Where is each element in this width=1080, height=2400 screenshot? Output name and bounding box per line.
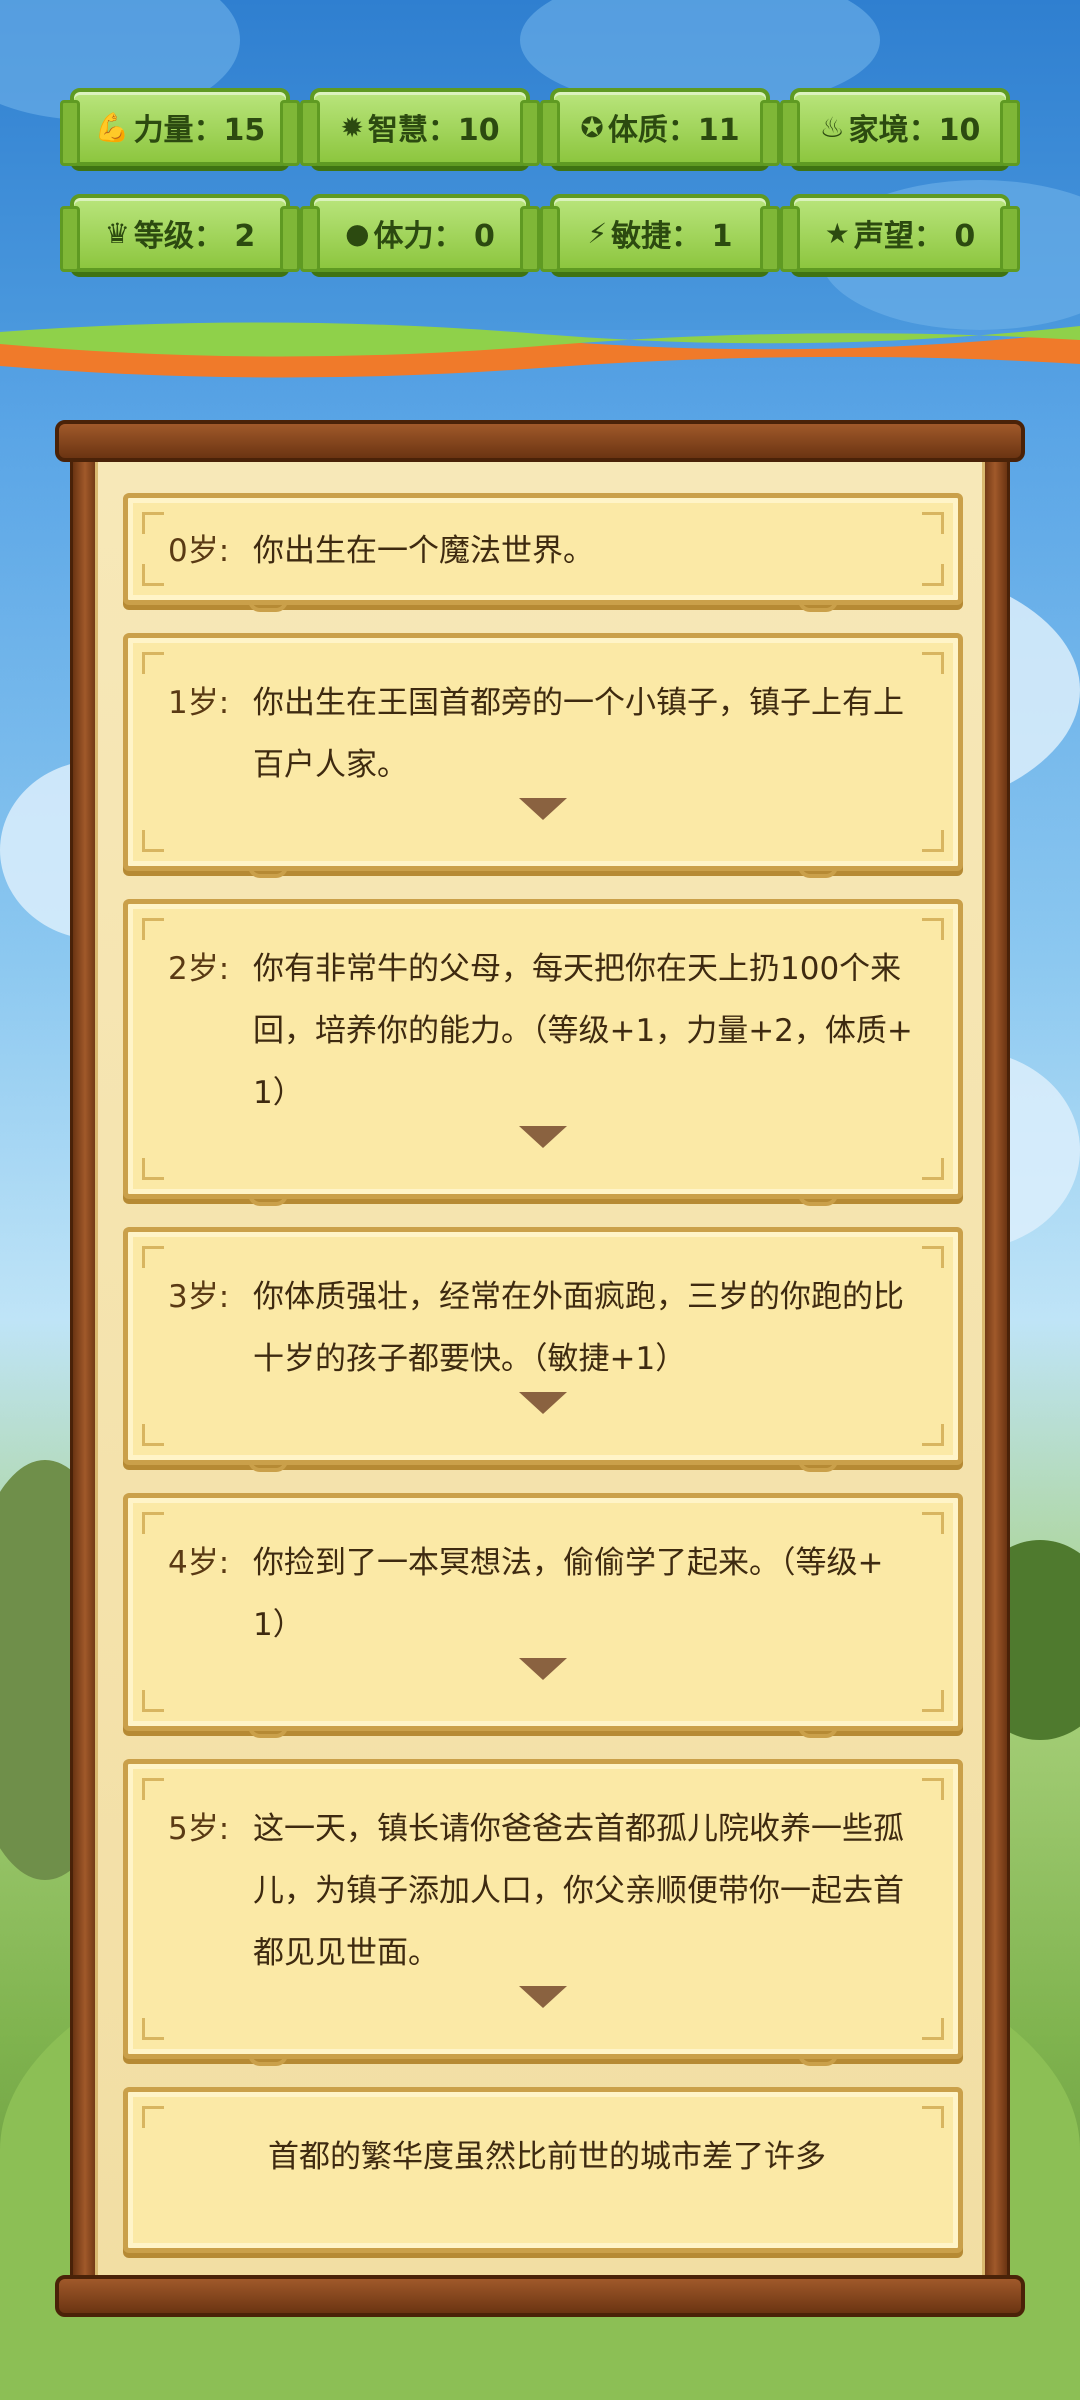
expand-arrow-icon[interactable]	[519, 798, 567, 820]
event-text: 你出生在一个魔法世界。	[253, 533, 594, 569]
event-text: 首都的繁华度虽然比前世的城市差了许多	[268, 2139, 826, 2175]
stats-header: 💪 力量：15 ✹ 智慧：10 ✪ 体质：11 ♨ 家境：10 ♛ 等级： 2 ● 体力： …	[0, 0, 1080, 330]
agility-icon: ⚡	[587, 216, 608, 250]
event-age: 0岁:	[168, 533, 230, 569]
expand-arrow-icon[interactable]	[519, 1986, 567, 2008]
stat-wisdom: ✹ 智慧：10	[300, 88, 540, 166]
event-text: 你出生在王国首都旁的一个小镇子，镇子上有上百户人家。	[253, 685, 904, 783]
event-text: 你捡到了一本冥想法，偷偷学了起来。（等级+1）	[253, 1545, 884, 1643]
expand-arrow-icon[interactable]	[519, 1392, 567, 1414]
family-icon: ♨	[819, 110, 845, 144]
stat-stamina: ● 体力： 0	[300, 194, 540, 272]
event-text: 你体质强壮，经常在外面疯跑，三岁的你跑的比十岁的孩子都要快。（敏捷+1）	[253, 1279, 904, 1377]
expand-arrow-icon[interactable]	[519, 1126, 567, 1148]
crown-icon: ♛	[104, 216, 130, 250]
strength-icon: 💪	[94, 110, 130, 144]
stat-constitution: ✪ 体质：11	[540, 88, 780, 166]
stat-level: ♛ 等级： 2	[60, 194, 300, 272]
event-card[interactable]: 首都的繁华度虽然比前世的城市差了许多	[123, 2087, 963, 2253]
event-text: 你有非常牛的父母，每天把你在天上扔100个来回，培养你的能力。（等级+1，力量+…	[253, 951, 913, 1111]
event-card[interactable]: 3岁: 你体质强壮，经常在外面疯跑，三岁的你跑的比十岁的孩子都要快。（敏捷+1）	[123, 1227, 963, 1472]
expand-arrow-icon[interactable]	[519, 1658, 567, 1680]
event-card[interactable]: 1岁: 你出生在王国首都旁的一个小镇子，镇子上有上百户人家。	[123, 633, 963, 878]
event-age: 2岁:	[168, 951, 230, 987]
stat-label: 体质：11	[607, 113, 740, 148]
scroll-paper: 0岁: 你出生在一个魔法世界。 1岁: 你出生在王国首都旁的一个小镇子，镇子上有上百…	[95, 450, 985, 2285]
event-card[interactable]: 0岁: 你出生在一个魔法世界。	[123, 493, 963, 612]
event-age: 1岁:	[168, 685, 230, 721]
wisdom-icon: ✹	[340, 110, 364, 144]
event-list[interactable]: 0岁: 你出生在一个魔法世界。 1岁: 你出生在王国首都旁的一个小镇子，镇子上有上百…	[123, 493, 963, 2281]
stat-label: 智慧：10	[367, 113, 500, 148]
stat-label: 体力： 0	[373, 219, 495, 254]
event-card[interactable]: 5岁: 这一天，镇长请你爸爸去首都孤儿院收养一些孤儿，为镇子添加人口，你父亲顺便带…	[123, 1759, 963, 2066]
stat-label: 声望： 0	[853, 219, 976, 254]
event-age: 3岁:	[168, 1279, 230, 1315]
event-age: 5岁:	[168, 1811, 230, 1847]
stat-family: ♨ 家境：10	[780, 88, 1020, 166]
star-icon: ★	[824, 216, 850, 250]
stats-grid: 💪 力量：15 ✹ 智慧：10 ✪ 体质：11 ♨ 家境：10 ♛ 等级： 2 ● 体力： …	[60, 88, 1020, 272]
event-card[interactable]: 2岁: 你有非常牛的父母，每天把你在天上扔100个来回，培养你的能力。（等级+1，…	[123, 899, 963, 1206]
stat-strength: 💪 力量：15	[60, 88, 300, 166]
stat-reputation: ★ 声望： 0	[780, 194, 1020, 272]
stat-label: 等级： 2	[133, 219, 256, 254]
stat-label: 家境：10	[848, 113, 981, 148]
stat-label: 力量：15	[133, 113, 266, 148]
scroll-rod-bottom	[55, 2275, 1025, 2317]
event-age: 4岁:	[168, 1545, 230, 1581]
stamina-icon: ●	[345, 216, 370, 250]
scroll-rod-top	[55, 420, 1025, 462]
stat-label: 敏捷： 1	[611, 219, 733, 254]
rainbow-divider	[0, 322, 1080, 378]
life-event-scroll[interactable]: 0岁: 你出生在一个魔法世界。 1岁: 你出生在王国首都旁的一个小镇子，镇子上有上百…	[55, 420, 1025, 2320]
constitution-icon: ✪	[580, 110, 604, 144]
event-card[interactable]: 4岁: 你捡到了一本冥想法，偷偷学了起来。（等级+1）	[123, 1493, 963, 1738]
stat-agility: ⚡ 敏捷： 1	[540, 194, 780, 272]
event-text: 这一天，镇长请你爸爸去首都孤儿院收养一些孤儿，为镇子添加人口，你父亲顺便带你一起…	[253, 1811, 904, 1971]
